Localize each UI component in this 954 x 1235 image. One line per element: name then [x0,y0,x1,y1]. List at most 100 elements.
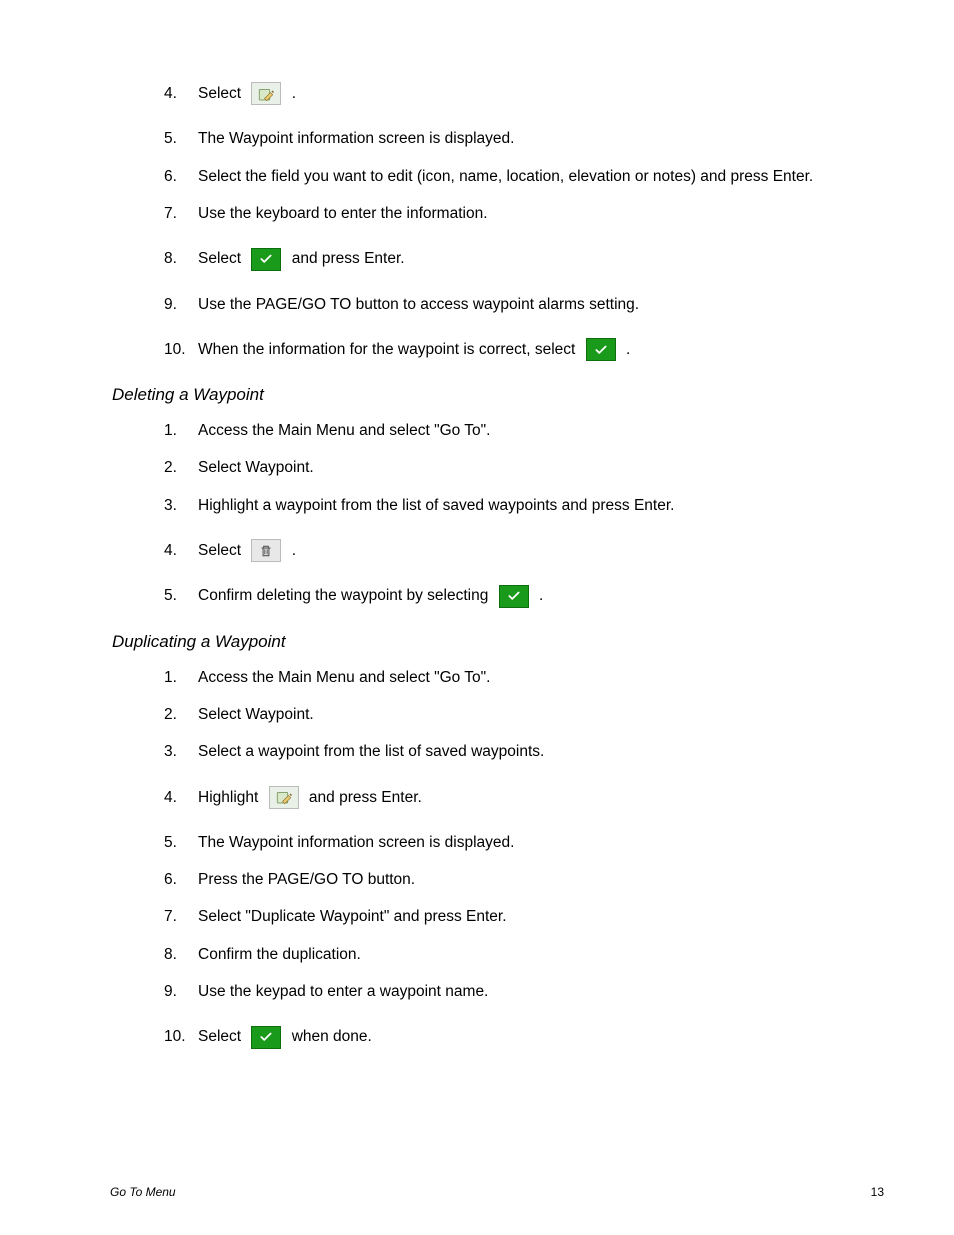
step-body: Use the PAGE/GO TO button to access wayp… [198,293,639,316]
check-icon [251,248,281,271]
footer-section-name: Go To Menu [110,1185,176,1199]
step-list: 1.Access the Main Menu and select "Go To… [110,419,884,608]
step-number: 6. [164,868,198,891]
step-body: Select Waypoint. [198,703,314,726]
list-item: 3.Highlight a waypoint from the list of … [164,494,884,517]
step-text: Select [198,1028,245,1045]
step-body: Use the keyboard to enter the informatio… [198,202,488,225]
step-text: Select [198,85,245,102]
step-body: Highlight and press Enter. [198,786,422,809]
step-body: Select . [198,539,296,562]
footer-page-number: 13 [871,1185,884,1199]
list-item: 5.Confirm deleting the waypoint by selec… [164,584,884,607]
step-body: Access the Main Menu and select "Go To". [198,666,490,689]
list-item: 4.Select . [164,539,884,562]
list-item: 5.The Waypoint information screen is dis… [164,831,884,854]
page-content: 4.Select .5.The Waypoint information scr… [0,0,954,1049]
step-number: 10. [164,338,198,361]
step-number: 4. [164,82,198,105]
step-text: Use the keyboard to enter the informatio… [198,205,488,222]
edit-waypoint-icon [251,82,281,105]
step-body: When the information for the waypoint is… [198,338,630,361]
list-item: 10.When the information for the waypoint… [164,338,884,361]
step-number: 5. [164,584,198,607]
step-text: Select [198,250,245,267]
edit-waypoint-icon [269,786,299,809]
step-text: Select the field you want to edit (icon,… [198,168,813,185]
list-item: 1.Access the Main Menu and select "Go To… [164,419,884,442]
check-icon [251,1026,281,1049]
check-icon [586,338,616,361]
section-heading: Duplicating a Waypoint [112,632,884,652]
step-number: 4. [164,539,198,562]
step-body: The Waypoint information screen is displ… [198,831,514,854]
list-item: 7.Select "Duplicate Waypoint" and press … [164,905,884,928]
list-item: 5.The Waypoint information screen is dis… [164,127,884,150]
list-item: 3.Select a waypoint from the list of sav… [164,740,884,763]
step-number: 8. [164,247,198,270]
step-text: Select Waypoint. [198,706,314,723]
step-text: Select "Duplicate Waypoint" and press En… [198,908,507,925]
list-item: 9.Use the PAGE/GO TO button to access wa… [164,293,884,316]
step-body: Select when done. [198,1025,372,1048]
step-list: 1.Access the Main Menu and select "Go To… [110,666,884,1049]
list-item: 7.Use the keyboard to enter the informat… [164,202,884,225]
list-item: 1.Access the Main Menu and select "Go To… [164,666,884,689]
step-body: Press the PAGE/GO TO button. [198,868,415,891]
list-item: 6.Select the field you want to edit (ico… [164,165,884,188]
trash-icon [251,539,281,562]
step-text: When the information for the waypoint is… [198,341,580,358]
step-number: 1. [164,419,198,442]
step-number: 9. [164,980,198,1003]
step-text: when done. [287,1028,371,1045]
step-number: 2. [164,703,198,726]
step-number: 3. [164,740,198,763]
step-body: Highlight a waypoint from the list of sa… [198,494,674,517]
step-number: 7. [164,202,198,225]
step-text: Confirm deleting the waypoint by selecti… [198,587,493,604]
step-list: 4.Select .5.The Waypoint information scr… [110,82,884,361]
step-text: . [622,341,631,358]
list-item: 6.Press the PAGE/GO TO button. [164,868,884,891]
step-number: 6. [164,165,198,188]
step-number: 2. [164,456,198,479]
step-text: The Waypoint information screen is displ… [198,834,514,851]
step-number: 7. [164,905,198,928]
step-body: Select Waypoint. [198,456,314,479]
step-text: Access the Main Menu and select "Go To". [198,422,490,439]
step-text: and press Enter. [287,250,404,267]
step-number: 5. [164,127,198,150]
step-body: The Waypoint information screen is displ… [198,127,514,150]
page-footer: Go To Menu 13 [110,1185,884,1199]
step-text: and press Enter. [305,789,422,806]
step-text: The Waypoint information screen is displ… [198,130,514,147]
step-text: Select a waypoint from the list of saved… [198,743,544,760]
list-item: 4.Select . [164,82,884,105]
step-body: Select and press Enter. [198,247,405,270]
step-number: 9. [164,293,198,316]
list-item: 9.Use the keypad to enter a waypoint nam… [164,980,884,1003]
section-heading: Deleting a Waypoint [112,385,884,405]
step-number: 5. [164,831,198,854]
list-item: 2.Select Waypoint. [164,456,884,479]
step-text: Highlight a waypoint from the list of sa… [198,497,674,514]
step-body: Confirm deleting the waypoint by selecti… [198,584,543,607]
step-number: 3. [164,494,198,517]
step-number: 8. [164,943,198,966]
step-number: 4. [164,786,198,809]
step-body: Select a waypoint from the list of saved… [198,740,544,763]
step-text: Select Waypoint. [198,459,314,476]
step-body: Use the keypad to enter a waypoint name. [198,980,488,1003]
step-number: 1. [164,666,198,689]
step-text: Press the PAGE/GO TO button. [198,871,415,888]
list-item: 10.Select when done. [164,1025,884,1048]
step-body: Select the field you want to edit (icon,… [198,165,813,188]
step-text: . [287,85,296,102]
step-text: . [287,542,296,559]
step-text: Use the keypad to enter a waypoint name. [198,983,488,1000]
step-body: Select "Duplicate Waypoint" and press En… [198,905,507,928]
step-text: Confirm the duplication. [198,946,361,963]
list-item: 8.Confirm the duplication. [164,943,884,966]
list-item: 2.Select Waypoint. [164,703,884,726]
check-icon [499,585,529,608]
